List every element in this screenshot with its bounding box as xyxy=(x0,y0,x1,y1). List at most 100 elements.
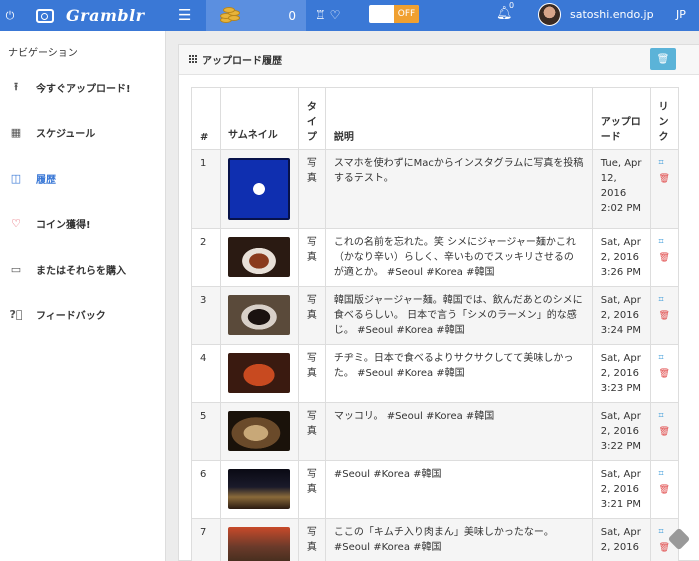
sidebar-item-label: コイン獲得! xyxy=(36,219,91,231)
sidebar: ナビゲーション ⭱ 今すぐアップロード! ▦ スケジュール ◫ 履歴 ♡ コイン… xyxy=(0,31,166,561)
thumbnail-cell xyxy=(219,228,299,287)
upload-date-cell: Tue, Apr 12, 2016 2:02 PM xyxy=(591,149,651,229)
trash-icon[interactable]: 🗑︎ xyxy=(659,172,670,187)
notification-count: 0 xyxy=(509,1,515,10)
thumbnail-image[interactable] xyxy=(227,411,290,451)
pin-icon[interactable]: ♖ xyxy=(315,8,326,22)
coin-balance[interactable]: 0 xyxy=(206,0,306,31)
sidebar-item-buy-coins[interactable]: ▭ またはそれらを購入 xyxy=(0,257,166,281)
pin-heart-icons[interactable]: ♖ ♡ xyxy=(315,8,340,22)
trash-icon[interactable]: 🗑︎ xyxy=(659,251,670,266)
thumbnail-image[interactable] xyxy=(227,469,290,509)
upload-date-cell: Sat, Apr 2, 2016 3:26 PM xyxy=(591,228,651,287)
description-cell: マッコリ。 #Seoul #Korea #韓国 xyxy=(324,402,593,461)
type-cell: 写真 xyxy=(297,228,326,287)
thumbnail-image[interactable] xyxy=(227,237,290,277)
table-row: 4 写真 チヂミ。日本で食べるよりサクサクしてて美味しかった。 #Seoul #… xyxy=(191,344,680,403)
column-header-num: # xyxy=(191,87,221,150)
thumbnail-image[interactable] xyxy=(227,158,290,220)
toggle-switch[interactable]: OFF xyxy=(369,5,419,23)
row-number: 2 xyxy=(191,228,221,287)
sidebar-item-history[interactable]: ◫ 履歴 xyxy=(0,166,166,190)
coin-count: 0 xyxy=(288,8,296,23)
type-cell: 写真 xyxy=(297,286,326,345)
sidebar-item-schedule[interactable]: ▦ スケジュール xyxy=(0,120,166,144)
trash-icon[interactable]: 🗑︎ xyxy=(659,483,670,498)
table-row: 3 写真 韓国版ジャージャー麺。韓国では、飲んだあとのシメに食べるらしい。 日本… xyxy=(191,286,680,345)
column-header-thumbnail: サムネイル xyxy=(219,87,299,150)
question-icon: ?⃝ xyxy=(9,307,23,321)
instagram-link-icon[interactable]: ⌗ xyxy=(659,293,670,308)
table-row: 2 写真 これの名前を忘れた。笑 シメにジャージャー麺かこれ（かなり辛い）らしく… xyxy=(191,228,680,287)
thumbnail-cell xyxy=(219,286,299,345)
trash-icon[interactable]: 🗑︎ xyxy=(659,367,670,382)
column-header-upload: アップロード xyxy=(591,87,651,150)
table-row: 1 写真 スマホを使わずにMacからインスタグラムに写真を投稿するテスト。 Tu… xyxy=(191,149,680,229)
type-cell: 写真 xyxy=(297,460,326,519)
sidebar-item-label: 今すぐアップロード! xyxy=(36,83,131,95)
trash-icon[interactable]: 🗑︎ xyxy=(659,425,670,440)
upload-date-cell: Sat, Apr 2, 2016 3:24 PM xyxy=(591,286,651,345)
instagram-icon[interactable] xyxy=(36,8,54,23)
thumbnail-cell xyxy=(219,402,299,461)
link-cell: ⌗ 🗑︎ xyxy=(649,286,680,345)
language-selector[interactable]: JP xyxy=(676,8,686,21)
table-row: 6 写真 #Seoul #Korea #韓国 Sat, Apr 2, 2016 … xyxy=(191,460,680,519)
link-cell: ⌗ 🗑︎ xyxy=(649,344,680,403)
type-cell: 写真 xyxy=(297,402,326,461)
instagram-link-icon[interactable]: ⌗ xyxy=(659,235,670,250)
type-cell: 写真 xyxy=(297,518,326,561)
instagram-link-icon[interactable]: ⌗ xyxy=(659,467,670,482)
instagram-link-icon[interactable]: ⌗ xyxy=(659,156,670,171)
instagram-link-icon[interactable]: ⌗ xyxy=(659,351,670,366)
table-row: 7 写真 ここの「キムチ入り肉まん」美味しかったなー。 #Seoul #Kore… xyxy=(191,518,680,561)
row-number: 4 xyxy=(191,344,221,403)
description-cell: ここの「キムチ入り肉まん」美味しかったなー。 #Seoul #Korea #韓国 xyxy=(324,518,593,561)
hamburger-menu-icon[interactable]: ☰ xyxy=(178,6,191,24)
wallet-icon: ▭ xyxy=(10,262,22,276)
row-number: 5 xyxy=(191,402,221,461)
type-cell: 写真 xyxy=(297,344,326,403)
book-icon: ◫ xyxy=(10,171,22,185)
thumbnail-image[interactable] xyxy=(227,353,290,393)
upload-date-cell: Sat, Apr 2, 2016 3:23 PM xyxy=(591,344,651,403)
delete-all-button[interactable]: 🗑︎ xyxy=(650,48,676,70)
sidebar-item-upload[interactable]: ⭱ 今すぐアップロード! xyxy=(0,75,166,99)
toggle-off-label: OFF xyxy=(394,5,419,23)
calendar-icon: ▦ xyxy=(10,125,22,139)
power-icon[interactable]: ⏻ xyxy=(0,9,20,23)
link-cell: ⌗ 🗑︎ xyxy=(649,149,680,229)
thumbnail-cell xyxy=(219,460,299,519)
link-cell: ⌗ 🗑︎ xyxy=(649,402,680,461)
username[interactable]: satoshi.endo.jp xyxy=(570,8,654,21)
upload-history-panel: アップロード履歴 🗑︎ # サムネイル タイプ 説明 アップロード リンク 1 … xyxy=(178,44,699,561)
heart-icon: ♡ xyxy=(11,216,21,230)
sidebar-item-label: またはそれらを購入 xyxy=(36,265,126,277)
avatar[interactable] xyxy=(538,3,561,26)
thumbnail-cell xyxy=(219,344,299,403)
row-number: 3 xyxy=(191,286,221,345)
description-cell: 韓国版ジャージャー麺。韓国では、飲んだあとのシメに食べるらしい。 日本で言う「シ… xyxy=(324,286,593,345)
sidebar-item-label: 履歴 xyxy=(36,174,56,186)
row-number: 7 xyxy=(191,518,221,561)
table-row: 5 写真 マッコリ。 #Seoul #Korea #韓国 Sat, Apr 2,… xyxy=(191,402,680,461)
row-number: 1 xyxy=(191,149,221,229)
upload-icon: ⭱ xyxy=(14,79,18,93)
app-logo: Gramblr xyxy=(66,6,145,25)
thumbnail-image[interactable] xyxy=(227,527,290,561)
row-number: 6 xyxy=(191,460,221,519)
sidebar-item-earn-coins[interactable]: ♡ コイン獲得! xyxy=(0,211,166,235)
trash-icon[interactable]: 🗑︎ xyxy=(659,309,670,324)
instagram-link-icon[interactable]: ⌗ xyxy=(659,409,670,424)
type-cell: 写真 xyxy=(297,149,326,229)
link-cell: ⌗ 🗑︎ xyxy=(649,460,680,519)
heart-icon[interactable]: ♡ xyxy=(330,8,341,22)
description-cell: チヂミ。日本で食べるよりサクサクしてて美味しかった。 #Seoul #Korea… xyxy=(324,344,593,403)
column-header-link: リンク xyxy=(649,87,680,150)
trash-icon[interactable]: 🗑︎ xyxy=(659,541,670,556)
thumbnail-image[interactable] xyxy=(227,295,290,335)
thumbnail-cell xyxy=(219,149,299,229)
sidebar-item-feedback[interactable]: ?⃝ フィードバック xyxy=(0,302,166,326)
top-bar: ⏻ Gramblr ☰ 0 ♖ ♡ OFF 🔔︎ 0 satoshi.endo.… xyxy=(0,0,699,31)
description-cell: これの名前を忘れた。笑 シメにジャージャー麺かこれ（かなり辛い）らしく、辛いもの… xyxy=(324,228,593,287)
